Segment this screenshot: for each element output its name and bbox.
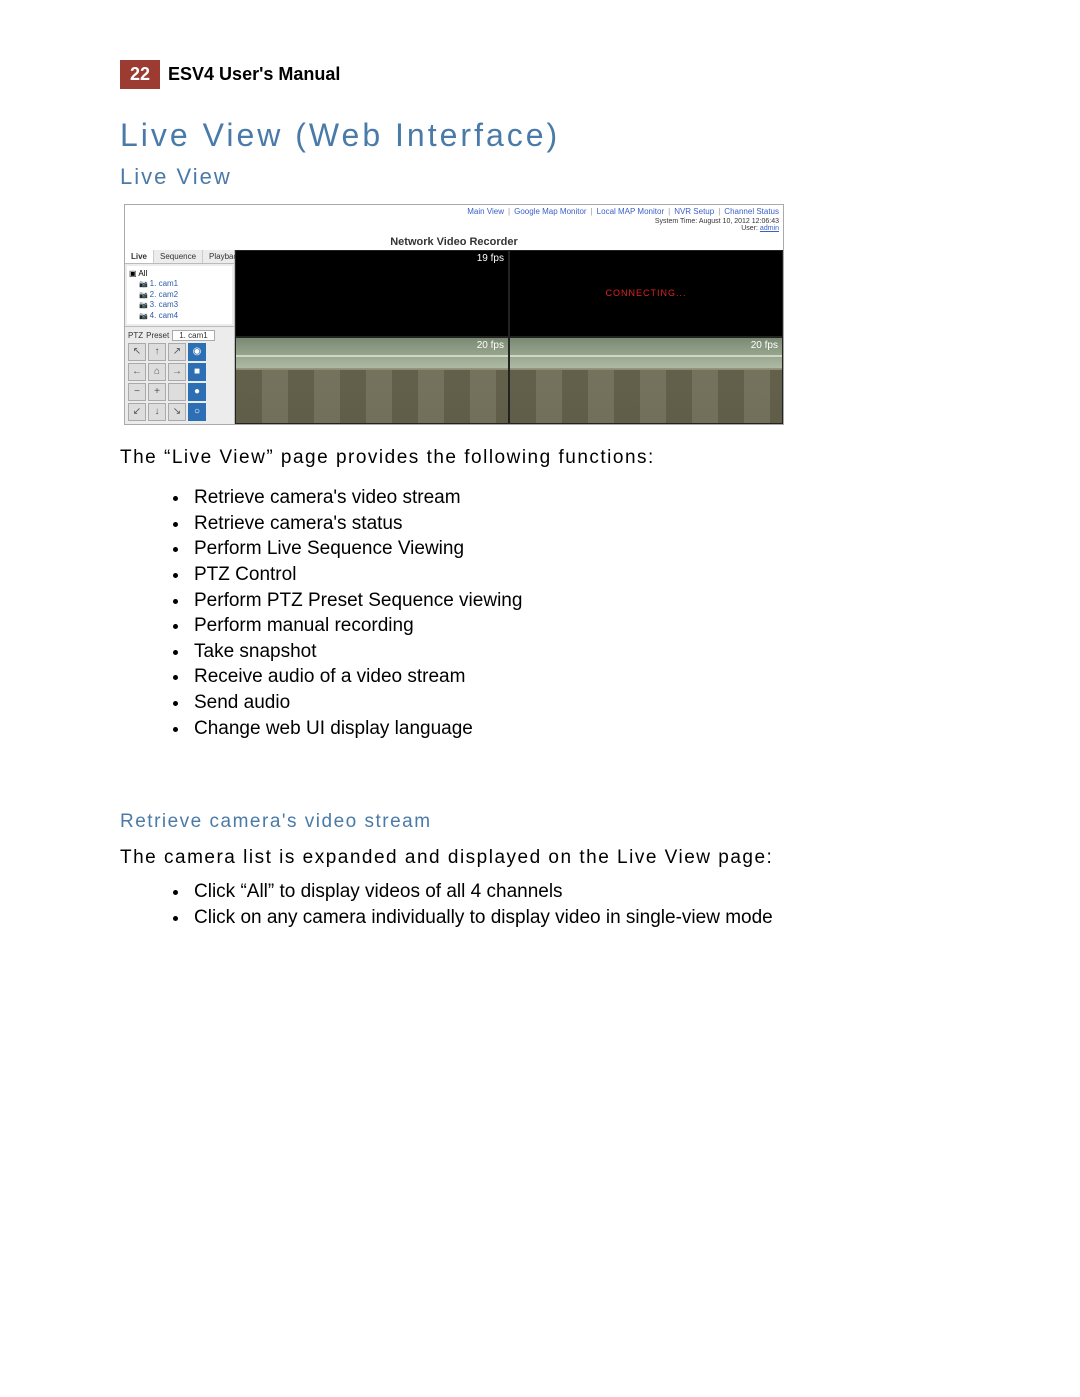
video-grid: 19 fps CONNECTING... 20 fps 20 fps — [235, 250, 783, 424]
ptz-extra-btn[interactable]: ○ — [188, 403, 206, 421]
video-cell-1[interactable]: 19 fps — [235, 250, 509, 337]
retrieve-list: Click “All” to display videos of all 4 c… — [120, 879, 960, 930]
manual-title: ESV4 User's Manual — [160, 60, 348, 89]
fps-label: 20 fps — [477, 340, 504, 351]
subsection-title: Live View — [120, 164, 960, 190]
fps-label: 19 fps — [477, 253, 504, 264]
ptz-extra-btn[interactable]: ● — [188, 383, 206, 401]
ptz-up-left-icon[interactable]: ↖ — [128, 343, 146, 361]
top-nav: Main View| Google Map Monitor| Local MAP… — [125, 205, 783, 218]
camera-tree[interactable]: ▣ All 1. cam1 2. cam2 3. cam3 4. cam4 — [127, 266, 232, 324]
camera-item[interactable]: 2. cam2 — [139, 290, 230, 300]
list-item: Send audio — [190, 690, 960, 716]
retrieve-heading: Retrieve camera's video stream — [120, 811, 960, 833]
ptz-label: PTZ — [128, 331, 143, 340]
retrieve-lead: The camera list is expanded and displaye… — [120, 847, 960, 869]
list-item: Retrieve camera's video stream — [190, 485, 960, 511]
list-item: Change web UI display language — [190, 716, 960, 742]
nav-link[interactable]: Channel Status — [724, 207, 779, 216]
ptz-camera-select[interactable]: 1. cam1 — [172, 330, 214, 341]
camera-item[interactable]: 3. cam3 — [139, 300, 230, 310]
ptz-down-icon[interactable]: ↓ — [148, 403, 166, 421]
user-name[interactable]: admin — [760, 225, 779, 232]
ptz-left-icon[interactable]: ← — [128, 363, 146, 381]
ptz-zoom-out-icon[interactable]: − — [128, 383, 146, 401]
functions-list: Retrieve camera's video stream Retrieve … — [120, 485, 960, 741]
ptz-extra-btn[interactable]: ■ — [188, 363, 206, 381]
list-item: Perform PTZ Preset Sequence viewing — [190, 588, 960, 614]
list-item: Click “All” to display videos of all 4 c… — [190, 879, 960, 905]
nav-link[interactable]: NVR Setup — [674, 207, 714, 216]
intro-text: The “Live View” page provides the follow… — [120, 447, 960, 469]
list-item: Perform Live Sequence Viewing — [190, 536, 960, 562]
list-item: Perform manual recording — [190, 613, 960, 639]
ptz-down-right-icon[interactable]: ↘ — [168, 403, 186, 421]
ptz-zoom-in-icon[interactable]: + — [148, 383, 166, 401]
embedded-screenshot: Main View| Google Map Monitor| Local MAP… — [124, 204, 784, 425]
ptz-up-icon[interactable]: ↑ — [148, 343, 166, 361]
section-title: Live View (Web Interface) — [120, 117, 960, 154]
ptz-up-right-icon[interactable]: ↗ — [168, 343, 186, 361]
list-item: Click on any camera individually to disp… — [190, 905, 960, 931]
camera-item[interactable]: 1. cam1 — [139, 279, 230, 289]
ptz-blank — [168, 383, 186, 401]
video-cell-3[interactable]: 20 fps — [235, 337, 509, 424]
tab-live[interactable]: Live — [125, 250, 154, 263]
user-label: User: — [741, 225, 758, 232]
ptz-home-icon[interactable]: ⌂ — [148, 363, 166, 381]
nav-link[interactable]: Main View — [467, 207, 504, 216]
ptz-preset-label: Preset — [146, 331, 169, 340]
connecting-label: CONNECTING... — [605, 288, 686, 298]
list-item: PTZ Control — [190, 562, 960, 588]
list-item: Take snapshot — [190, 639, 960, 665]
ptz-preset-btn[interactable]: ◉ — [188, 343, 206, 361]
system-time: System Time: August 10, 2012 12:06:43 — [655, 218, 779, 225]
tab-sequence[interactable]: Sequence — [154, 250, 203, 263]
page-number: 22 — [120, 60, 160, 89]
list-item: Retrieve camera's status — [190, 511, 960, 537]
ptz-panel: PTZ Preset 1. cam1 ↖ ↑ ↗ ◉ ← ⌂ → ■ − — [125, 326, 234, 424]
list-item: Receive audio of a video stream — [190, 664, 960, 690]
video-cell-2[interactable]: CONNECTING... — [509, 250, 783, 337]
camera-item[interactable]: 4. cam4 — [139, 311, 230, 321]
app-title: Network Video Recorder — [125, 234, 783, 250]
ptz-right-icon[interactable]: → — [168, 363, 186, 381]
page-header: 22 ESV4 User's Manual — [120, 60, 960, 89]
tree-root[interactable]: ▣ All — [129, 269, 230, 279]
fps-label: 20 fps — [751, 340, 778, 351]
video-cell-4[interactable]: 20 fps — [509, 337, 783, 424]
nav-link[interactable]: Google Map Monitor — [514, 207, 586, 216]
ptz-down-left-icon[interactable]: ↙ — [128, 403, 146, 421]
nav-link[interactable]: Local MAP Monitor — [597, 207, 664, 216]
